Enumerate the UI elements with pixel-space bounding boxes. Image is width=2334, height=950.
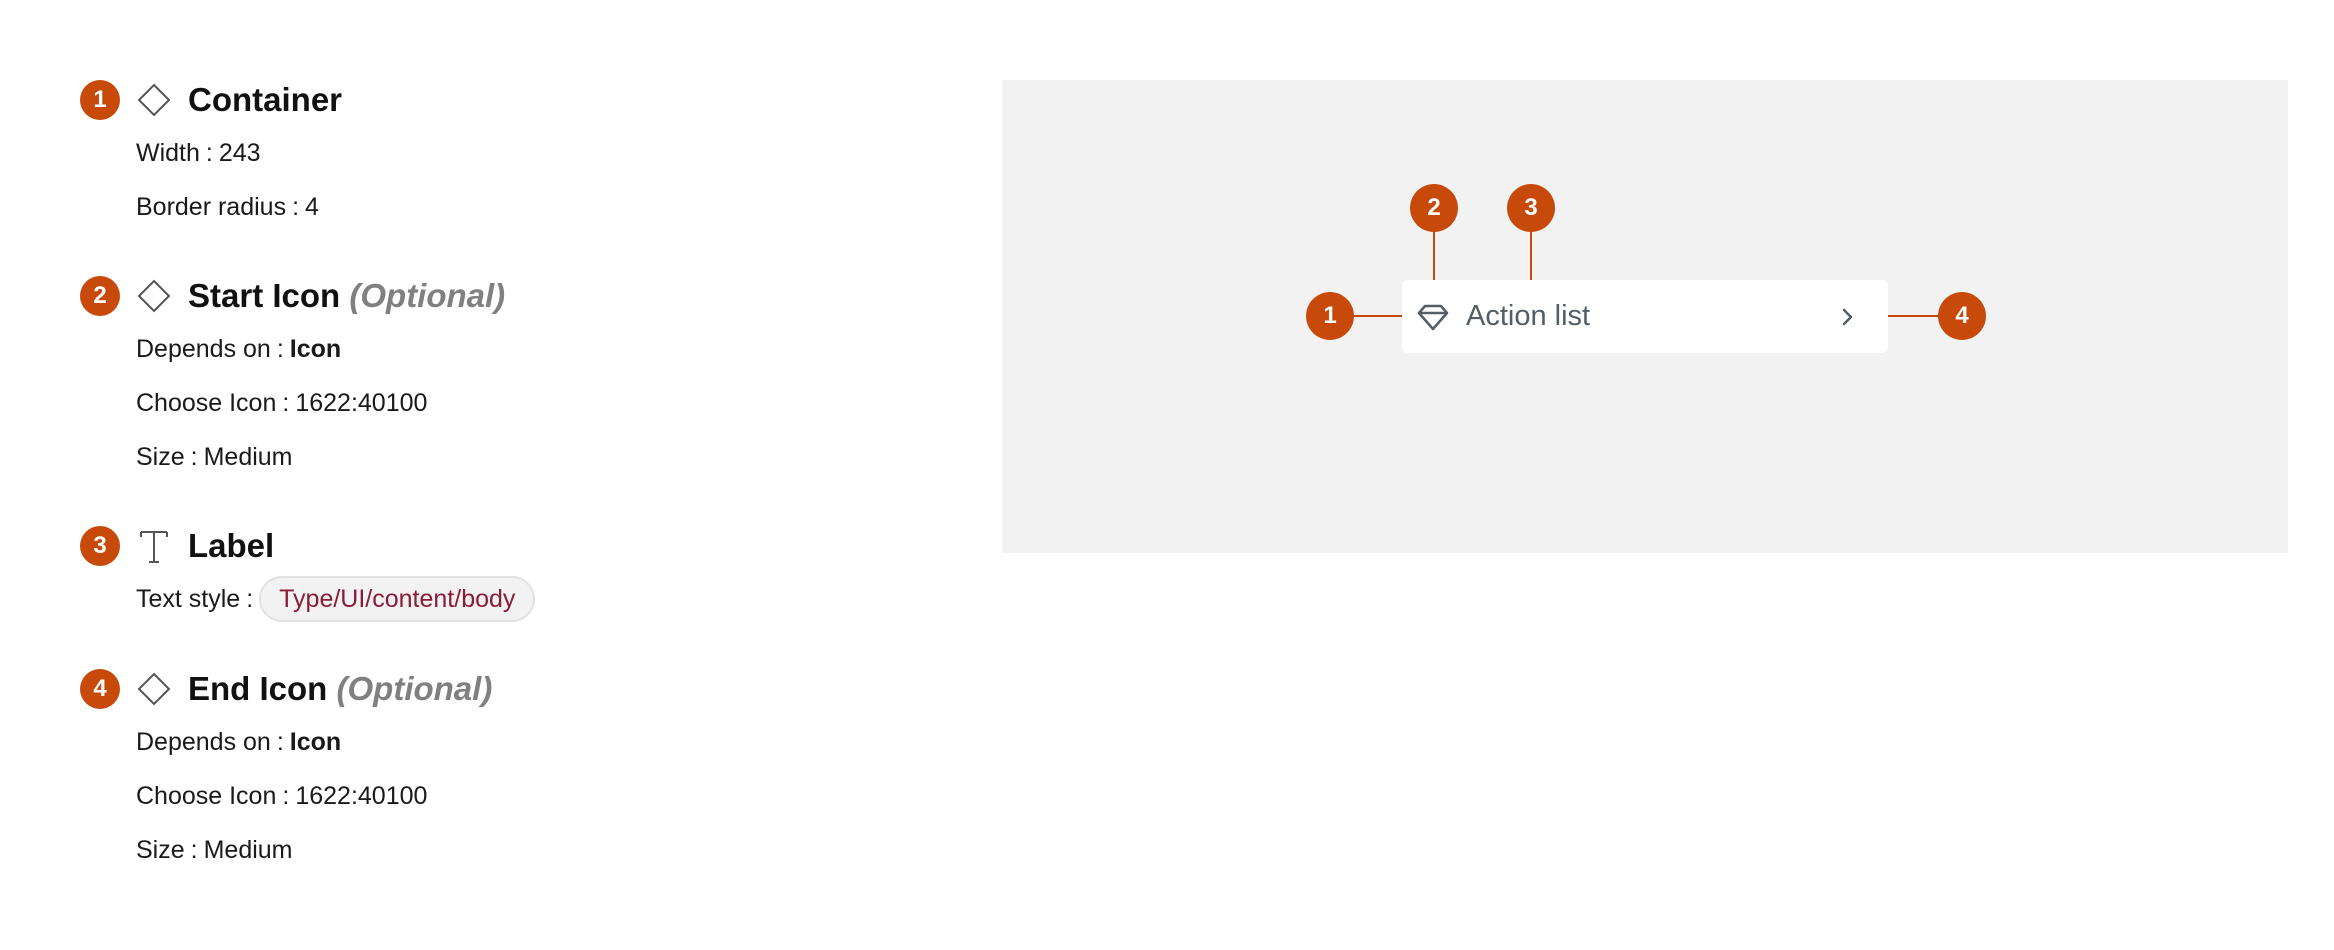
diamond-icon [137, 672, 171, 706]
property-border-radius: Border radius:4 [136, 193, 319, 221]
section-title: End Icon (Optional) [188, 670, 493, 707]
number-badge: 1 [80, 80, 120, 120]
marker-1-leader [1346, 315, 1402, 317]
property-depends-on: Depends on: Icon [136, 335, 342, 363]
optional-tag: (Optional) [349, 277, 506, 314]
number-badge: 3 [80, 526, 120, 566]
marker-3: 3 [1507, 184, 1555, 232]
gem-icon [1417, 304, 1449, 331]
chevron-right-icon [1842, 308, 1853, 326]
property-choose-icon: Choose Icon:1622:40100 [136, 782, 428, 810]
optional-tag: (Optional) [336, 670, 493, 707]
action-list-label: Action list [1466, 300, 1591, 332]
property-size: Size: Medium [136, 836, 293, 864]
diamond-icon [137, 83, 171, 117]
marker-1: 1 [1306, 292, 1354, 340]
diamond-icon [137, 279, 171, 313]
text-style-chip: Type/UI/content/body [259, 576, 536, 622]
property-width: Width:243 [136, 139, 261, 167]
property-depends-on: Depends on: Icon [136, 728, 342, 756]
text-icon [140, 531, 168, 563]
property-choose-icon: Choose Icon:1622:40100 [136, 389, 428, 417]
number-badge: 2 [80, 276, 120, 316]
marker-2: 2 [1410, 184, 1458, 232]
section-title: Label [188, 527, 275, 564]
number-badge: 4 [80, 669, 120, 709]
section-title: Container [188, 81, 343, 118]
property-text-style: Text style: Type/UI/content/body [136, 576, 536, 622]
action-list-item[interactable]: Action list [1402, 280, 1888, 353]
property-size: Size: Medium [136, 443, 293, 471]
section-title: Start Icon (Optional) [188, 277, 506, 314]
marker-4: 4 [1938, 292, 1986, 340]
